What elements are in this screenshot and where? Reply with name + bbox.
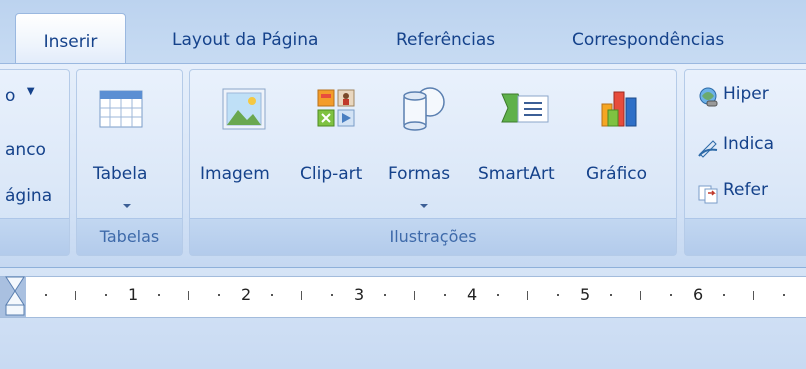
bookmark-icon [698,140,718,158]
clip-art-button[interactable]: Clip-art [296,78,380,216]
ribbon-tab-bar: Inserir Layout da Página Referências Cor… [0,0,806,67]
ruler-tick [75,291,76,300]
ruler-tick [158,294,160,296]
formas-button[interactable]: Formas [384,78,468,216]
indicador-button[interactable]: Indica [697,134,806,162]
clip-art-label: Clip-art [300,164,363,184]
group-label-paginas [0,218,69,255]
ruler-area: 1 2 3 4 5 6 [0,268,806,369]
indicador-label: Indica [723,134,775,154]
ruler-tick [301,291,302,300]
horizontal-ruler[interactable]: 1 2 3 4 5 6 [0,276,806,318]
smartart-icon [501,93,549,123]
smartart-button[interactable]: SmartArt [472,78,572,216]
ruler-tick [218,294,220,296]
ruler-tick [188,291,189,300]
group-paginas-partial: o ▼ anco ágina [0,69,70,256]
group-ilustracoes: Imagem Clip-art Formas SmartArt Gráfico … [189,69,677,256]
tabela-button[interactable]: Tabela [81,78,177,216]
chart-icon [601,91,637,127]
imagem-label: Imagem [200,164,270,184]
ruler-tick [527,291,528,300]
ruler-tick [45,294,47,296]
referencia-cruzada-button[interactable]: Refer [697,180,806,208]
grafico-button[interactable]: Gráfico [576,78,666,216]
ruler-tick [557,294,559,296]
tab-referencias[interactable]: Referências [396,25,495,55]
ruler-tick [670,294,672,296]
hyperlink-icon [699,87,718,107]
smartart-label: SmartArt [478,164,555,184]
ruler-tick [723,294,725,296]
tab-layout-da-pagina[interactable]: Layout da Página [172,25,318,55]
ruler-tick [497,294,499,296]
ruler-tick [105,294,107,296]
folha-de-rosto-label: o [5,86,16,106]
grafico-label: Gráfico [586,164,648,184]
cross-reference-icon [698,185,718,204]
ruler-tick [271,294,273,296]
ruler-number: 1 [128,285,139,304]
ruler-tick [444,294,446,296]
formas-label: Formas [388,164,451,184]
chevron-down-icon [420,204,428,208]
referencia-cruzada-label: Refer [723,180,768,200]
ruler-number: 2 [241,285,252,304]
tab-correspondencias[interactable]: Correspondências [572,25,724,55]
ribbon-panel: o ▼ anco ágina Tabela Tabelas Imagem Cli… [0,63,806,268]
chevron-down-icon [123,204,131,208]
tabela-label: Tabela [93,164,148,184]
hiperlink-button[interactable]: Hiper [697,84,806,112]
table-icon [99,90,143,128]
folha-de-rosto-button[interactable]: o ▼ [5,86,35,106]
indent-marker-icon[interactable] [4,275,26,319]
ruler-number: 6 [693,285,704,304]
ruler-tick [384,294,386,296]
group-tabelas: Tabela Tabelas [76,69,183,256]
group-label-ilustracoes: Ilustrações [190,218,676,255]
group-label-tabelas: Tabelas [77,218,182,255]
ruler-tick [640,291,641,300]
clip-art-icon [317,89,355,127]
ruler-number: 4 [467,285,478,304]
shapes-icon [403,87,445,131]
ruler-tick [414,291,415,300]
ruler-tick [783,294,785,296]
tab-inserir[interactable]: Inserir [15,13,126,67]
picture-icon [222,88,266,130]
ruler-tick [753,291,754,300]
chevron-down-icon: ▼ [26,86,35,97]
ruler-number: 5 [580,285,591,304]
imagem-button[interactable]: Imagem [196,78,294,216]
quebra-de-pagina-button[interactable]: ágina [5,186,52,206]
group-label-links [685,218,806,255]
pagina-em-branco-button[interactable]: anco [5,140,46,160]
ruler-number: 3 [354,285,365,304]
group-links-partial: Hiper Indica Refer [684,69,806,256]
ruler-tick [331,294,333,296]
hiperlink-label: Hiper [723,84,769,104]
ruler-tick [610,294,612,296]
